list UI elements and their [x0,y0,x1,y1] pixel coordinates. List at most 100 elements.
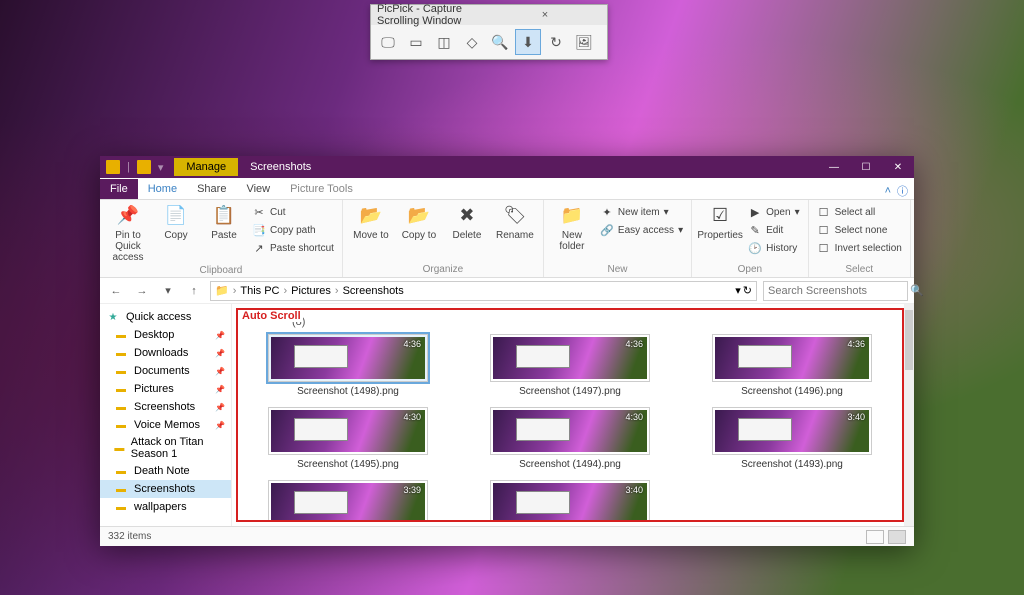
context-tab-manage[interactable]: Manage [174,158,238,176]
file-item[interactable]: 3:40Screenshot (1491).png [474,480,666,522]
navigation-pane[interactable]: ★Quick access ▬Desktop📌▬Downloads📌▬Docum… [100,304,232,526]
properties-button[interactable]: ☑Properties [698,204,742,241]
capture-rect-icon[interactable]: ▭ [403,29,429,55]
pin-icon: 📌 [215,367,225,376]
nav-item-screenshots[interactable]: ▬Screenshots [100,480,231,498]
search-icon[interactable]: 🔍 [910,284,924,297]
capture-fixed-icon[interactable]: ◫ [431,29,457,55]
edit-button[interactable]: ✎Edit [746,222,802,238]
address-bar-row: ← → ▾ ↑ 📁 › This PC › Pictures › Screens… [100,278,914,304]
help-icon[interactable]: ⓘ [897,183,908,199]
nav-item-desktop[interactable]: ▬Desktop📌 [100,326,231,344]
new-folder-button[interactable]: 📁New folder [550,204,594,252]
thumb-timestamp: 4:36 [625,339,643,349]
invert-selection-button[interactable]: ☐Invert selection [815,240,904,256]
nav-item-pictures[interactable]: ▬Pictures📌 [100,380,231,398]
new-item-button[interactable]: ✦New item ▾ [598,204,685,220]
nav-item-voice-memos[interactable]: ▬Voice Memos📌 [100,416,231,434]
minimize-button[interactable]: — [818,156,850,178]
nav-item-death-note[interactable]: ▬Death Note [100,462,231,480]
capture-fullscreen-icon[interactable]: 🖵 [375,29,401,55]
folder-icon: ▬ [114,364,128,378]
search-box[interactable]: 🔍 [763,281,908,301]
easy-access-button[interactable]: 🔗Easy access ▾ [598,222,685,238]
status-item-count: 332 items [108,531,151,542]
select-all-button[interactable]: ☐Select all [815,204,904,220]
view-details-button[interactable] [866,530,884,544]
explorer-titlebar[interactable]: | ▾ Manage Screenshots — ☐ ✕ [100,156,914,178]
scrollbar-thumb[interactable] [905,310,913,370]
ribbon: 📌Pin to Quick access 📄Copy 📋Paste ✂Cut 📑… [100,200,914,278]
tab-share[interactable]: Share [187,179,236,199]
tab-view[interactable]: View [236,179,280,199]
capture-image-icon[interactable]: 🖼 [571,29,597,55]
copy-button[interactable]: 📄Copy [154,204,198,241]
pin-to-quick-access-button[interactable]: 📌Pin to Quick access [106,204,150,263]
file-name: Screenshot (1494).png [519,459,621,470]
group-label-open: Open [698,264,802,275]
address-bar[interactable]: 📁 › This PC › Pictures › Screenshots ▾ ↻ [210,281,757,301]
nav-up-button[interactable]: ↑ [184,281,204,301]
nav-item-wallpapers[interactable]: ▬wallpapers [100,498,231,516]
copy-to-button[interactable]: 📂Copy to [397,204,441,241]
tab-picture-tools[interactable]: Picture Tools [280,179,363,199]
thumb-timestamp: 4:36 [847,339,865,349]
copy-path-button[interactable]: 📑Copy path [250,222,336,238]
delete-button[interactable]: ✖Delete [445,204,489,241]
vertical-scrollbar[interactable] [904,304,914,526]
nav-history-button[interactable]: ▾ [158,281,178,301]
nav-quick-access[interactable]: ★Quick access [100,308,231,326]
file-name: Screenshot (1498).png [297,386,399,397]
move-to-button[interactable]: 📂Move to [349,204,393,241]
addr-dropdown-icon[interactable]: ▾ [735,284,741,297]
capture-scroll-icon[interactable]: ⬇ [515,29,541,55]
nav-item-attack-on-titan-season-1[interactable]: ▬Attack on Titan Season 1 [100,434,231,462]
open-button[interactable]: ▶Open ▾ [746,204,802,220]
file-item[interactable]: 3:39Screenshot (1492).png [252,480,444,522]
tab-file[interactable]: File [100,179,138,199]
capture-repeat-icon[interactable]: ↻ [543,29,569,55]
copy-icon: 📄 [164,204,188,228]
paste-shortcut-button[interactable]: ↗Paste shortcut [250,240,336,256]
tab-home[interactable]: Home [138,179,187,199]
file-item[interactable]: 4:30Screenshot (1495).png [252,407,444,470]
edit-icon: ✎ [748,223,762,237]
close-button[interactable]: ✕ [882,156,914,178]
file-item[interactable]: 4:30Screenshot (1494).png [474,407,666,470]
maximize-button[interactable]: ☐ [850,156,882,178]
select-none-button[interactable]: ☐Select none [815,222,904,238]
file-item[interactable]: 4:36Screenshot (1496).png [696,334,888,397]
breadcrumb-screenshots[interactable]: Screenshots [343,285,404,297]
cut-button[interactable]: ✂Cut [250,204,336,220]
refresh-icon[interactable]: ↻ [743,284,752,297]
paste-button[interactable]: 📋Paste [202,204,246,241]
rename-button[interactable]: 🏷Rename [493,204,537,241]
file-item[interactable]: 3:40Screenshot (1493).png [696,407,888,470]
thumbnail: 3:40 [490,480,650,522]
capture-freehand-icon[interactable]: ◇ [459,29,485,55]
nav-back-button[interactable]: ← [106,281,126,301]
ribbon-collapse-icon[interactable]: ˄ [885,185,891,197]
history-button[interactable]: 🕑History [746,240,802,256]
breadcrumb-pictures[interactable]: Pictures [291,285,331,297]
capture-window-icon[interactable]: 🔍 [487,29,513,55]
breadcrumb-this-pc[interactable]: This PC [240,285,279,297]
picpick-close-button[interactable]: × [489,9,601,21]
nav-item-downloads[interactable]: ▬Downloads📌 [100,344,231,362]
qat-icon[interactable] [137,160,151,174]
file-item[interactable]: 4:36Screenshot (1498).png [252,334,444,397]
nav-item-documents[interactable]: ▬Documents📌 [100,362,231,380]
file-item[interactable]: 4:36Screenshot (1497).png [474,334,666,397]
thumbnail: 4:36 [490,334,650,382]
nav-item-screenshots[interactable]: ▬Screenshots📌 [100,398,231,416]
thumb-timestamp: 3:39 [403,485,421,495]
pin-icon: 📌 [215,421,225,430]
picpick-titlebar[interactable]: PicPick - Capture Scrolling Window × [371,5,607,25]
star-icon: ★ [106,310,120,324]
select-none-icon: ☐ [817,223,831,237]
search-input[interactable] [768,285,910,297]
auto-scroll-region[interactable]: Auto Scroll (8) 4:36Screenshot (1498).pn… [236,308,904,522]
file-name: Screenshot (1493).png [741,459,843,470]
nav-forward-button[interactable]: → [132,281,152,301]
view-thumbnails-button[interactable] [888,530,906,544]
